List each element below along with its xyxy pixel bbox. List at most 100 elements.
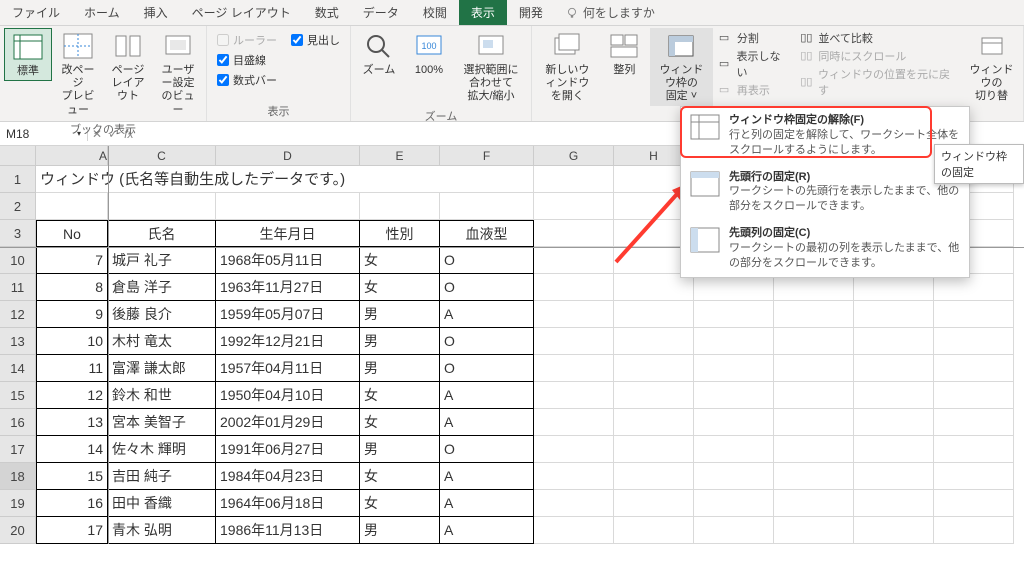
chk-formulabar[interactable]: 数式バー — [217, 72, 277, 88]
row-header[interactable]: 1 — [0, 166, 36, 193]
cell[interactable] — [694, 517, 774, 544]
cell[interactable] — [534, 247, 614, 274]
cell[interactable] — [534, 355, 614, 382]
cell[interactable] — [694, 301, 774, 328]
row-header[interactable]: 11 — [0, 274, 36, 301]
cell[interactable] — [854, 301, 934, 328]
cell[interactable]: 16 — [36, 490, 108, 517]
cell[interactable]: 男 — [360, 436, 440, 463]
cell[interactable] — [534, 301, 614, 328]
row-header[interactable]: 2 — [0, 193, 36, 220]
cell[interactable]: 1986年11月13日 — [216, 517, 360, 544]
tab-pagelayout[interactable]: ページ レイアウト — [180, 0, 303, 25]
cell[interactable] — [774, 436, 854, 463]
cell[interactable] — [934, 274, 1014, 301]
cell[interactable] — [934, 355, 1014, 382]
cell[interactable]: 佐々木 輝明 — [108, 436, 216, 463]
pagebreak-preview-button[interactable]: 改ページ プレビュー — [54, 28, 102, 119]
cell[interactable] — [854, 490, 934, 517]
row-header[interactable]: 15 — [0, 382, 36, 409]
cell[interactable]: 男 — [360, 355, 440, 382]
cell[interactable]: 血液型 — [440, 220, 534, 247]
chk-ruler[interactable]: ルーラー — [217, 32, 277, 48]
row-header[interactable]: 16 — [0, 409, 36, 436]
tab-data[interactable]: データ — [351, 0, 411, 25]
row-header[interactable]: 3 — [0, 220, 36, 247]
row-header[interactable]: 13 — [0, 328, 36, 355]
cell[interactable]: O — [440, 274, 534, 301]
tab-file[interactable]: ファイル — [0, 0, 72, 25]
cell[interactable] — [534, 463, 614, 490]
tab-home[interactable]: ホーム — [72, 0, 132, 25]
cell[interactable]: 13 — [36, 409, 108, 436]
normal-view-button[interactable]: 標準 — [4, 28, 52, 81]
cell[interactable] — [934, 301, 1014, 328]
cell[interactable] — [934, 409, 1014, 436]
cell[interactable]: 8 — [36, 274, 108, 301]
side-by-side-button[interactable]: ▯▯並べて比較 — [800, 30, 958, 46]
cell[interactable] — [774, 301, 854, 328]
cell[interactable] — [774, 382, 854, 409]
chk-headings[interactable]: 見出し — [291, 32, 340, 48]
cell[interactable]: A — [440, 301, 534, 328]
arrange-all-button[interactable]: 整列 — [601, 28, 648, 79]
cell[interactable]: 1950年04月10日 — [216, 382, 360, 409]
title-cell[interactable]: ウィンドウ (氏名等自動生成したデータです。) — [36, 166, 534, 193]
cell[interactable]: O — [440, 247, 534, 274]
cell[interactable] — [360, 193, 440, 220]
new-window-button[interactable]: 新しいウィンドウ を開く — [536, 28, 599, 106]
cell[interactable]: 10 — [36, 328, 108, 355]
cell[interactable]: 12 — [36, 382, 108, 409]
cell[interactable] — [614, 517, 694, 544]
cell[interactable]: 女 — [360, 463, 440, 490]
col-header[interactable]: G — [534, 146, 614, 165]
row-header[interactable]: 17 — [0, 436, 36, 463]
cell[interactable]: 1964年06月18日 — [216, 490, 360, 517]
cell[interactable] — [614, 355, 694, 382]
col-header[interactable]: C — [108, 146, 216, 165]
cell[interactable]: 1992年12月21日 — [216, 328, 360, 355]
cell[interactable] — [854, 436, 934, 463]
cell[interactable] — [934, 490, 1014, 517]
unfreeze-panes-item[interactable]: ウィンドウ枠固定の解除(F)行と列の固定を解除して、ワークシート全体をスクロール… — [681, 107, 969, 164]
tab-view[interactable]: 表示 — [459, 0, 507, 25]
zoom-button[interactable]: ズーム — [355, 28, 403, 79]
cell[interactable] — [854, 274, 934, 301]
cell[interactable]: 11 — [36, 355, 108, 382]
freeze-panes-button[interactable]: ウィンドウ枠の 固定 ˅ — [650, 28, 713, 106]
row-header[interactable]: 12 — [0, 301, 36, 328]
cell[interactable]: 田中 香織 — [108, 490, 216, 517]
cell[interactable]: 男 — [360, 301, 440, 328]
cell[interactable]: 1984年04月23日 — [216, 463, 360, 490]
cell[interactable]: 男 — [360, 517, 440, 544]
cell[interactable] — [774, 490, 854, 517]
cell[interactable]: 1968年05月11日 — [216, 247, 360, 274]
cell[interactable] — [694, 355, 774, 382]
cell[interactable]: O — [440, 436, 534, 463]
cell[interactable] — [774, 274, 854, 301]
cell[interactable] — [854, 409, 934, 436]
cell[interactable] — [854, 355, 934, 382]
cell[interactable] — [534, 490, 614, 517]
row-header[interactable]: 19 — [0, 490, 36, 517]
cell[interactable] — [694, 328, 774, 355]
cell[interactable] — [614, 463, 694, 490]
cell[interactable] — [108, 193, 216, 220]
cell[interactable]: 女 — [360, 274, 440, 301]
cell[interactable]: 15 — [36, 463, 108, 490]
cell[interactable]: O — [440, 328, 534, 355]
cell[interactable] — [854, 517, 934, 544]
cell[interactable]: A — [440, 382, 534, 409]
cell[interactable] — [694, 409, 774, 436]
cell[interactable] — [934, 328, 1014, 355]
cell[interactable]: 後藤 良介 — [108, 301, 216, 328]
cell[interactable]: 鈴木 和世 — [108, 382, 216, 409]
cell[interactable]: 宮本 美智子 — [108, 409, 216, 436]
cell[interactable]: 1963年11月27日 — [216, 274, 360, 301]
cell[interactable] — [534, 166, 614, 193]
cell[interactable]: 女 — [360, 490, 440, 517]
cell[interactable]: A — [440, 490, 534, 517]
cell[interactable] — [934, 517, 1014, 544]
cell[interactable] — [694, 463, 774, 490]
row-header[interactable]: 18 — [0, 463, 36, 490]
